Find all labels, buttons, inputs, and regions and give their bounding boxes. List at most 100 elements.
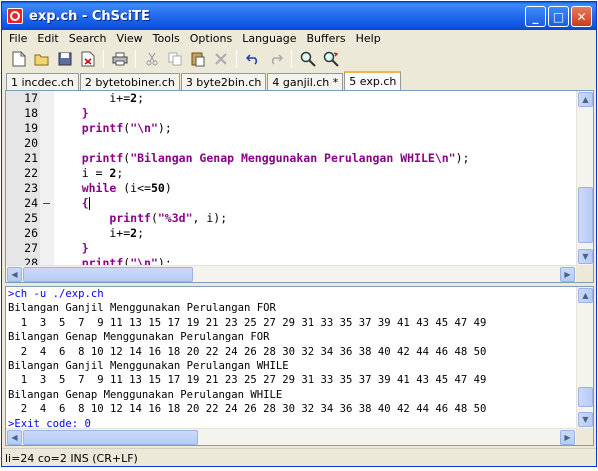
find-icon[interactable] (297, 49, 318, 70)
code-line[interactable]: printf("Bilangan Genap Menggunakan Perul… (54, 151, 576, 166)
save-icon[interactable] (54, 49, 75, 70)
menu-tools[interactable]: Tools (148, 32, 185, 45)
output-line: 1 3 5 7 9 11 13 15 17 19 21 23 25 27 29 … (8, 316, 487, 329)
fold-margin[interactable]: − (40, 91, 54, 265)
output-vertical-scroll-thumb[interactable] (578, 387, 593, 407)
line-number-gutter: 17 18 19 20 21 22 23 24 25 26 27 28 (6, 91, 40, 270)
scroll-up-arrow-icon[interactable]: ▲ (578, 92, 593, 107)
code-line[interactable]: printf("\n"); (54, 256, 576, 265)
output-line: 2 4 6 8 10 12 14 16 18 20 22 24 26 28 30… (8, 403, 487, 416)
chscite-app-icon[interactable] (7, 8, 23, 24)
output-line: 1 3 5 7 9 11 13 15 17 19 21 23 25 27 29 … (8, 374, 487, 387)
status-bar: li=24 co=2 INS (CR+LF) (2, 448, 596, 466)
toolbar (2, 47, 596, 71)
output-pane[interactable]: >ch -u ./exp.ch Bilangan Ganjil Menggunak… (5, 286, 594, 446)
open-folder-icon[interactable] (31, 49, 52, 70)
output-line: Bilangan Ganjil Menggunakan Perulangan F… (8, 302, 276, 315)
toolbar-separator (135, 50, 136, 68)
menu-options[interactable]: Options (185, 32, 237, 45)
line-number: 23 (24, 181, 38, 195)
close-file-icon[interactable] (77, 49, 98, 70)
tab-exp[interactable]: 5 exp.ch (344, 71, 402, 90)
editor-vertical-scroll-thumb[interactable] (578, 187, 593, 243)
status-text: li=24 co=2 INS (CR+LF) (5, 452, 138, 465)
code-editor[interactable]: 17 18 19 20 21 22 23 24 25 26 27 28 − i+… (5, 90, 594, 283)
app-window: exp.ch - ChSciTE _ □ ✕ File Edit Search … (1, 1, 597, 467)
line-number: 21 (24, 151, 38, 165)
scroll-down-arrow-icon[interactable]: ▼ (578, 412, 593, 427)
line-number: 25 (24, 211, 38, 225)
replace-icon[interactable] (320, 49, 341, 70)
editor-horizontal-scroll-thumb[interactable] (23, 267, 193, 282)
line-number: 24 (24, 196, 38, 210)
maximize-button[interactable]: □ (548, 6, 569, 27)
menu-language[interactable]: Language (237, 32, 301, 45)
code-line[interactable]: { (54, 196, 576, 211)
menu-bar: File Edit Search View Tools Options Lang… (2, 30, 596, 47)
toolbar-separator (291, 50, 292, 68)
code-line[interactable]: } (54, 106, 576, 121)
print-icon[interactable] (109, 49, 130, 70)
fold-collapse-icon[interactable]: − (42, 196, 51, 211)
window-controls: _ □ ✕ (525, 6, 592, 27)
tab-ganjil[interactable]: 4 ganjil.ch * (267, 73, 344, 90)
new-file-icon[interactable] (8, 49, 29, 70)
code-line[interactable]: i+=2; (54, 226, 576, 241)
scroll-left-arrow-icon[interactable]: ◀ (7, 430, 22, 445)
output-horizontal-scroll-thumb[interactable] (23, 430, 198, 445)
scroll-up-arrow-icon[interactable]: ▲ (578, 288, 593, 303)
scroll-left-arrow-icon[interactable]: ◀ (7, 267, 22, 282)
redo-icon[interactable] (265, 49, 286, 70)
tab-byte2bin[interactable]: 3 byte2bin.ch (180, 73, 267, 90)
editor-horizontal-scrollbar[interactable]: ◀ ▶ (6, 265, 576, 282)
menu-help[interactable]: Help (351, 32, 386, 45)
code-line[interactable]: printf("\n"); (54, 121, 576, 136)
buffer-tabs: 1 incdec.ch 2 bytetobiner.ch 3 byte2bin.… (6, 71, 596, 90)
output-line: Bilangan Genap Menggunakan Perulangan FO… (8, 331, 270, 344)
scroll-corner (576, 265, 593, 282)
output-line: Bilangan Ganjil Menggunakan Perulangan W… (8, 360, 289, 372)
scroll-right-arrow-icon[interactable]: ▶ (560, 430, 575, 445)
line-number: 26 (24, 226, 38, 240)
toolbar-separator (103, 50, 104, 68)
copy-icon[interactable] (164, 49, 185, 70)
line-number: 17 (24, 91, 38, 105)
output-horizontal-scrollbar[interactable]: ◀ ▶ (6, 428, 576, 445)
code-line[interactable]: i = 2; (54, 166, 576, 181)
close-button[interactable]: ✕ (571, 6, 592, 27)
code-line[interactable]: } (54, 241, 576, 256)
line-number: 19 (24, 121, 38, 135)
menu-edit[interactable]: Edit (32, 32, 63, 45)
menu-buffers[interactable]: Buffers (302, 32, 351, 45)
menu-view[interactable]: View (112, 32, 148, 45)
undo-icon[interactable] (242, 49, 263, 70)
scroll-right-arrow-icon[interactable]: ▶ (560, 267, 575, 282)
code-text-area[interactable]: i+=2; } printf("\n"); printf("Bilangan G… (54, 91, 576, 265)
code-line[interactable]: printf("%3d", i); (54, 211, 576, 226)
output-line: >ch -u ./exp.ch (8, 288, 104, 300)
output-line: Bilangan Genap Menggunakan Perulangan WH… (8, 388, 283, 401)
delete-icon[interactable] (210, 49, 231, 70)
scroll-down-arrow-icon[interactable]: ▼ (578, 249, 593, 264)
scroll-corner (576, 428, 593, 445)
minimize-button[interactable]: _ (525, 6, 546, 27)
line-number: 27 (24, 241, 38, 255)
toolbar-separator (236, 50, 237, 68)
output-line: >Exit code: 0 (8, 417, 91, 428)
output-text-area[interactable]: >ch -u ./exp.ch Bilangan Ganjil Menggunak… (6, 287, 576, 428)
tab-bytetobiner[interactable]: 2 bytetobiner.ch (79, 73, 180, 90)
code-line[interactable]: i+=2; (54, 91, 576, 106)
tab-incdec[interactable]: 1 incdec.ch (6, 73, 79, 90)
output-line: 2 4 6 8 10 12 14 16 18 20 22 24 26 28 30… (8, 345, 487, 358)
menu-search[interactable]: Search (64, 32, 112, 45)
title-bar[interactable]: exp.ch - ChSciTE _ □ ✕ (2, 2, 596, 30)
line-number: 20 (24, 136, 38, 150)
editor-vertical-scrollbar[interactable]: ▲ ▼ (576, 91, 593, 265)
code-line[interactable] (54, 136, 576, 151)
code-line[interactable]: while (i<=50) (54, 181, 576, 196)
output-vertical-scrollbar[interactable]: ▲ ▼ (576, 287, 593, 428)
cut-icon[interactable] (141, 49, 162, 70)
line-number: 22 (24, 166, 38, 180)
paste-icon[interactable] (187, 49, 208, 70)
menu-file[interactable]: File (4, 32, 32, 45)
